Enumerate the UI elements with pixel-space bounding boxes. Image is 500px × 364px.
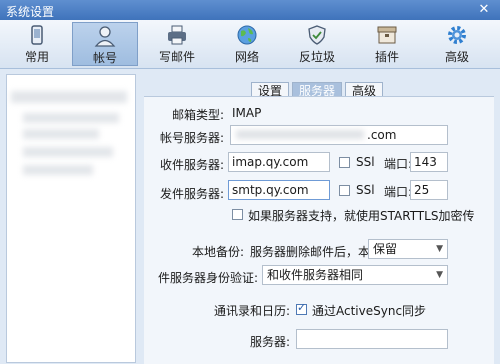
redacted-account	[23, 113, 119, 123]
toolbar-item-plugins[interactable]: 插件	[354, 22, 420, 66]
incoming-ssl-label: SSl	[356, 155, 375, 169]
user-icon	[94, 26, 116, 47]
window-title: 系统设置	[6, 5, 55, 19]
toolbar-label: 帐号	[92, 51, 117, 65]
incoming-port-label: 端口:	[384, 157, 413, 171]
toolbar-label: 网络	[234, 50, 259, 64]
globe-icon	[237, 25, 257, 45]
toolbar-item-advanced[interactable]: 高级	[424, 22, 490, 66]
sync-label: 通讯录和日历:	[213, 304, 290, 318]
toolbar-label: 高级	[444, 50, 469, 64]
toolbar-item-antispam[interactable]: 反垃圾	[284, 22, 350, 66]
toolbar-label: 写邮件	[158, 50, 195, 64]
auth-select-value: 和收件服务器相同	[267, 268, 364, 282]
shield-icon	[308, 25, 326, 45]
phone-icon	[31, 25, 43, 45]
toolbar-item-general[interactable]: 常用	[4, 22, 70, 66]
backup-text: 服务器删除邮件后，本地	[250, 245, 383, 259]
outgoing-ssl-label: SSl	[356, 183, 375, 197]
redacted-account	[23, 165, 93, 175]
close-icon[interactable]: ✕	[472, 1, 496, 18]
outgoing-port-input[interactable]: 25	[410, 180, 448, 200]
incoming-server-input[interactable]: imap.qy.com	[228, 152, 330, 172]
toolbar-item-compose[interactable]: 写邮件	[144, 22, 210, 66]
incoming-ssl-checkbox[interactable]	[339, 157, 350, 168]
mail-type-value: IMAP	[232, 106, 262, 120]
printer-icon	[168, 25, 186, 45]
mail-type-label: 邮箱类型:	[171, 108, 224, 122]
toolbar-label: 常用	[24, 50, 49, 64]
backup-select[interactable]: 保留 ▼	[368, 239, 448, 259]
gear-icon	[448, 26, 466, 44]
toolbar-item-network[interactable]: 网络	[214, 22, 280, 66]
activesync-checkbox[interactable]	[296, 301, 307, 315]
account-list[interactable]	[6, 74, 136, 363]
outgoing-port-label: 端口:	[384, 185, 413, 199]
outgoing-ssl-checkbox[interactable]	[339, 185, 350, 196]
outgoing-server-input[interactable]: smtp.qy.com	[228, 180, 330, 200]
box-icon	[377, 26, 397, 44]
toolbar-item-account[interactable]: 帐号	[72, 22, 138, 66]
account-server-label: 帐号服务器:	[159, 131, 224, 145]
toolbar-label: 插件	[374, 50, 399, 64]
redacted-address	[236, 130, 364, 139]
activesync-label: 通过ActiveSync同步	[312, 304, 427, 318]
sync-server-input[interactable]	[296, 329, 448, 349]
chevron-down-icon: ▼	[436, 270, 443, 280]
backup-select-value: 保留	[373, 242, 398, 256]
toolbar-label: 反垃圾	[298, 50, 335, 64]
incoming-port-input[interactable]: 143	[410, 152, 448, 172]
auth-select[interactable]: 和收件服务器相同 ▼	[262, 265, 448, 285]
outgoing-server-label: 发件服务器:	[159, 187, 224, 201]
redacted-account	[11, 91, 127, 103]
backup-label: 本地备份:	[191, 245, 244, 259]
title-bar: 系统设置 ✕	[0, 0, 500, 20]
sync-server-label: 服务器:	[249, 335, 290, 349]
incoming-server-label: 收件服务器:	[159, 158, 224, 172]
chevron-down-icon: ▼	[436, 244, 443, 254]
starttls-checkbox[interactable]	[232, 209, 243, 220]
redacted-account	[23, 147, 113, 157]
starttls-label: 如果服务器支持，就使用STARTTLS加密传	[248, 209, 475, 223]
category-toolbar: 常用 帐号 写邮件 网络 反垃圾 插件 高级	[0, 20, 500, 69]
redacted-account	[23, 129, 99, 139]
auth-label: 件服务器身份验证:	[157, 271, 258, 285]
